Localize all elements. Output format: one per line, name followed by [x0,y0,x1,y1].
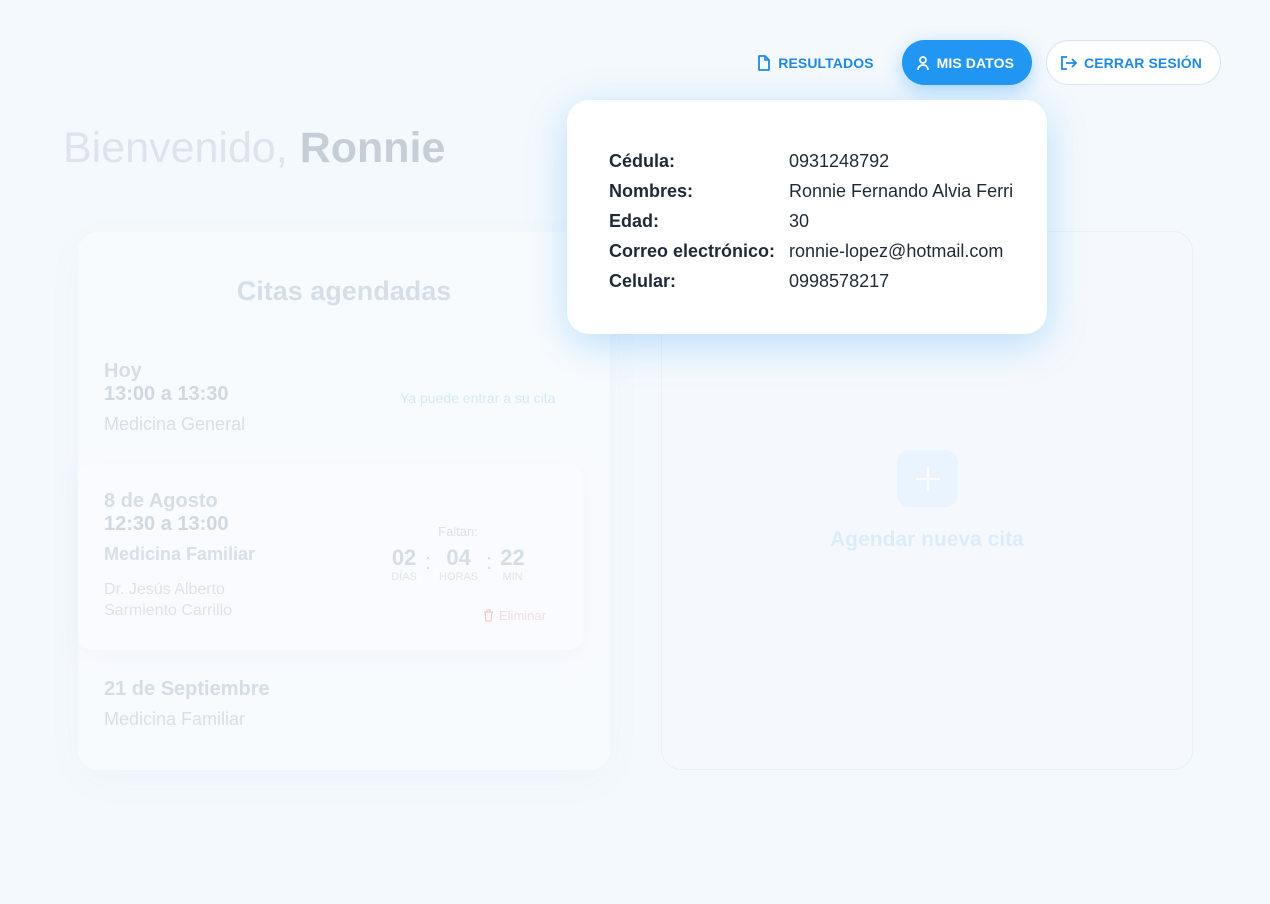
countdown-days: 02 [391,545,417,570]
logout-icon [1061,55,1078,70]
countdown: Faltan: 02 DÍAS : 04 HORAS : 22 MIN [368,524,548,583]
welcome-heading: Bienvenido, Ronnie [63,124,445,173]
appointment-specialty: Medicina Familiar [104,544,256,564]
appointment-day: 8 de Agosto [104,490,218,512]
appointments-panel: Citas agendadas Hoy 13:00 a 13:30 Medici… [78,232,610,770]
appointment-item[interactable]: 8 de Agosto 12:30 a 13:00 Medicina Famil… [104,490,255,621]
cedula-value: 0931248792 [789,150,890,171]
delete-appointment-button[interactable]: Eliminar [483,608,546,623]
celular-label: Celular: [609,270,677,291]
nombres-value: Ronnie Fernando Alvia Ferri [789,180,1014,201]
doctor-name-line1: Dr. Jesús Alberto [104,581,225,598]
appointment-doctor: Dr. Jesús Alberto Sarmiento Carrillo [104,579,255,621]
delete-label: Eliminar [499,608,546,623]
edad-label: Edad: [609,210,660,231]
countdown-days-label: DÍAS [391,571,417,583]
correo-value: ronnie-lopez@hotmail.com [789,240,1004,261]
plus-icon [915,466,940,491]
results-label: RESULTADOS [778,54,874,71]
my-data-label: MIS DATOS [936,54,1015,71]
results-button[interactable]: RESULTADOS [731,40,891,85]
my-data-button[interactable]: MIS DATOS [901,40,1033,85]
profile-popover: Cédula: 0931248792 Nombres: Ronnie Ferna… [567,100,1047,334]
countdown-minutes-label: MIN [502,571,523,583]
countdown-minutes: 22 [500,545,525,570]
logout-label: CERRAR SESIÓN [1084,54,1202,71]
document-icon [758,54,771,71]
new-appointment-label: Agendar nueva cita [830,528,1024,551]
welcome-greeting: Bienvenido, [63,124,288,172]
welcome-name: Ronnie [299,124,446,172]
countdown-separator: : [486,549,493,574]
profile-row-edad: Edad: 30 [609,206,1047,236]
profile-row-celular: Celular: 0998578217 [609,266,1047,296]
appointment-day: Hoy [104,360,142,382]
celular-value: 0998578217 [789,270,890,291]
logout-button[interactable]: CERRAR SESIÓN [1046,40,1221,85]
nombres-label: Nombres: [609,180,694,201]
appointment-item[interactable]: Hoy 13:00 a 13:30 Medicina General [104,360,245,435]
doctor-name-line2: Sarmiento Carrillo [104,602,233,619]
appointment-time: 13:00 a 13:30 [104,383,229,405]
appointment-day: 21 de Septiembre [104,678,270,700]
add-appointment-button[interactable] [897,450,958,507]
trash-icon [484,609,493,622]
correo-label: Correo electrónico: [609,240,776,261]
appointment-time: 12:30 a 13:00 [104,513,229,535]
profile-row-nombres: Nombres: Ronnie Fernando Alvia Ferri [609,176,1047,206]
edad-value: 30 [789,210,810,231]
appointment-item[interactable]: 21 de Septiembre Medicina Familiar [104,678,270,730]
countdown-label: Faltan: [438,524,478,539]
enter-appointment-link[interactable]: Ya puede entrar a su cita [400,390,555,406]
appointment-specialty: Medicina Familiar [104,709,246,729]
countdown-hours-label: HORAS [439,571,479,583]
profile-row-cedula: Cédula: 0931248792 [609,146,1047,176]
cedula-label: Cédula: [609,150,676,171]
countdown-hours: 04 [446,545,471,570]
user-icon [916,55,929,70]
top-nav: RESULTADOS MIS DATOS CERRAR SESIÓN [731,40,1221,85]
countdown-separator: : [424,549,432,574]
appointment-specialty: Medicina General [104,414,246,434]
appointments-title: Citas agendadas [236,276,452,306]
profile-row-correo: Correo electrónico: ronnie-lopez@hotmail… [609,236,1047,266]
